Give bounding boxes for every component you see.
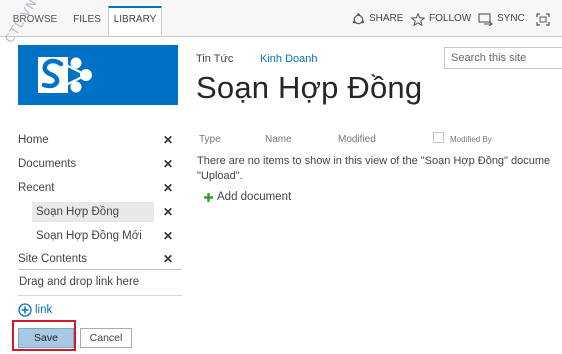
remove-link-icon[interactable]: ✕ (162, 153, 174, 175)
quick-launch-item-documents[interactable]: Documents ✕ (18, 153, 178, 175)
quick-launch-item-home[interactable]: Home ✕ (18, 129, 178, 151)
quick-launch-label: Soạn Hợp Đồng Mới (36, 230, 142, 242)
top-nav-kinh-doanh[interactable]: Kinh Doanh (260, 53, 318, 65)
column-header-type[interactable]: Type (199, 134, 221, 145)
quick-launch-label: Documents (18, 158, 77, 170)
select-all-checkbox[interactable] (433, 132, 444, 143)
share-icon (352, 12, 365, 24)
remove-link-icon[interactable]: ✕ (162, 248, 174, 270)
add-document-link[interactable]: Add document (203, 191, 291, 203)
remove-link-icon[interactable]: ✕ (162, 177, 174, 199)
share-button[interactable]: SHARE (352, 10, 403, 28)
search-box[interactable] (444, 47, 562, 69)
drag-drop-underline (18, 295, 182, 296)
ribbon-bar: BROWSE FILES LIBRARY SHARE FOLLOW SYNC (0, 0, 562, 37)
empty-message-line-1: There are no items to show in this view … (197, 155, 551, 167)
sharepoint-logo-icon (38, 57, 92, 93)
remove-link-icon[interactable]: ✕ (162, 201, 174, 223)
page-title: Soạn Hợp Đồng (196, 70, 423, 105)
add-link-label: link (35, 304, 53, 316)
quick-launch-label: Recent (18, 182, 55, 194)
quick-launch-divider (18, 269, 182, 270)
top-nav-tin-tuc[interactable]: Tin Tức (196, 53, 233, 65)
quick-launch-item-site-contents[interactable]: Site Contents ✕ (18, 248, 178, 270)
quick-launch-item-soan-hop-dong-moi[interactable]: Soạn Hợp Đồng Mới ✕ (18, 225, 178, 247)
tab-library[interactable]: LIBRARY (108, 6, 162, 35)
cancel-button[interactable]: Cancel (80, 328, 132, 348)
follow-label: FOLLOW (429, 13, 472, 24)
add-circle-icon (18, 303, 32, 317)
save-button[interactable]: Save (18, 328, 74, 348)
quick-launch-item-recent[interactable]: Recent ✕ (18, 177, 178, 199)
quick-launch-item-soan-hop-dong[interactable]: Soạn Hợp Đồng ✕ (18, 201, 178, 223)
add-document-label: Add document (217, 191, 292, 203)
share-label: SHARE (369, 13, 404, 24)
sync-label: SYNC (497, 13, 525, 24)
quick-launch-label: Soạn Hợp Đồng (36, 206, 119, 218)
sync-icon (478, 12, 493, 26)
column-header-modified[interactable]: Modified (338, 134, 376, 145)
drag-drop-link-area[interactable]: Drag and drop link here (19, 276, 139, 288)
add-link-button[interactable]: link (18, 303, 52, 317)
search-input[interactable] (451, 49, 561, 67)
empty-message-line-2: "Upload". (197, 170, 243, 182)
quick-launch-label: Site Contents (18, 253, 88, 265)
site-logo[interactable] (18, 45, 178, 105)
focus-on-content-button[interactable] (536, 10, 554, 28)
focus-icon (536, 12, 550, 26)
column-header-name[interactable]: Name (265, 134, 292, 145)
follow-button[interactable]: FOLLOW (411, 10, 471, 28)
star-icon (411, 12, 425, 26)
quick-launch-label: Home (18, 134, 49, 146)
plus-icon (204, 192, 213, 202)
column-header-modified-by[interactable]: Modified By (450, 135, 492, 144)
remove-link-icon[interactable]: ✕ (162, 225, 174, 247)
empty-list-message: There are no items to show in this view … (197, 154, 562, 184)
remove-link-icon[interactable]: ✕ (162, 129, 174, 151)
tab-files[interactable]: FILES (66, 8, 108, 32)
sync-button[interactable]: SYNC (478, 10, 525, 28)
